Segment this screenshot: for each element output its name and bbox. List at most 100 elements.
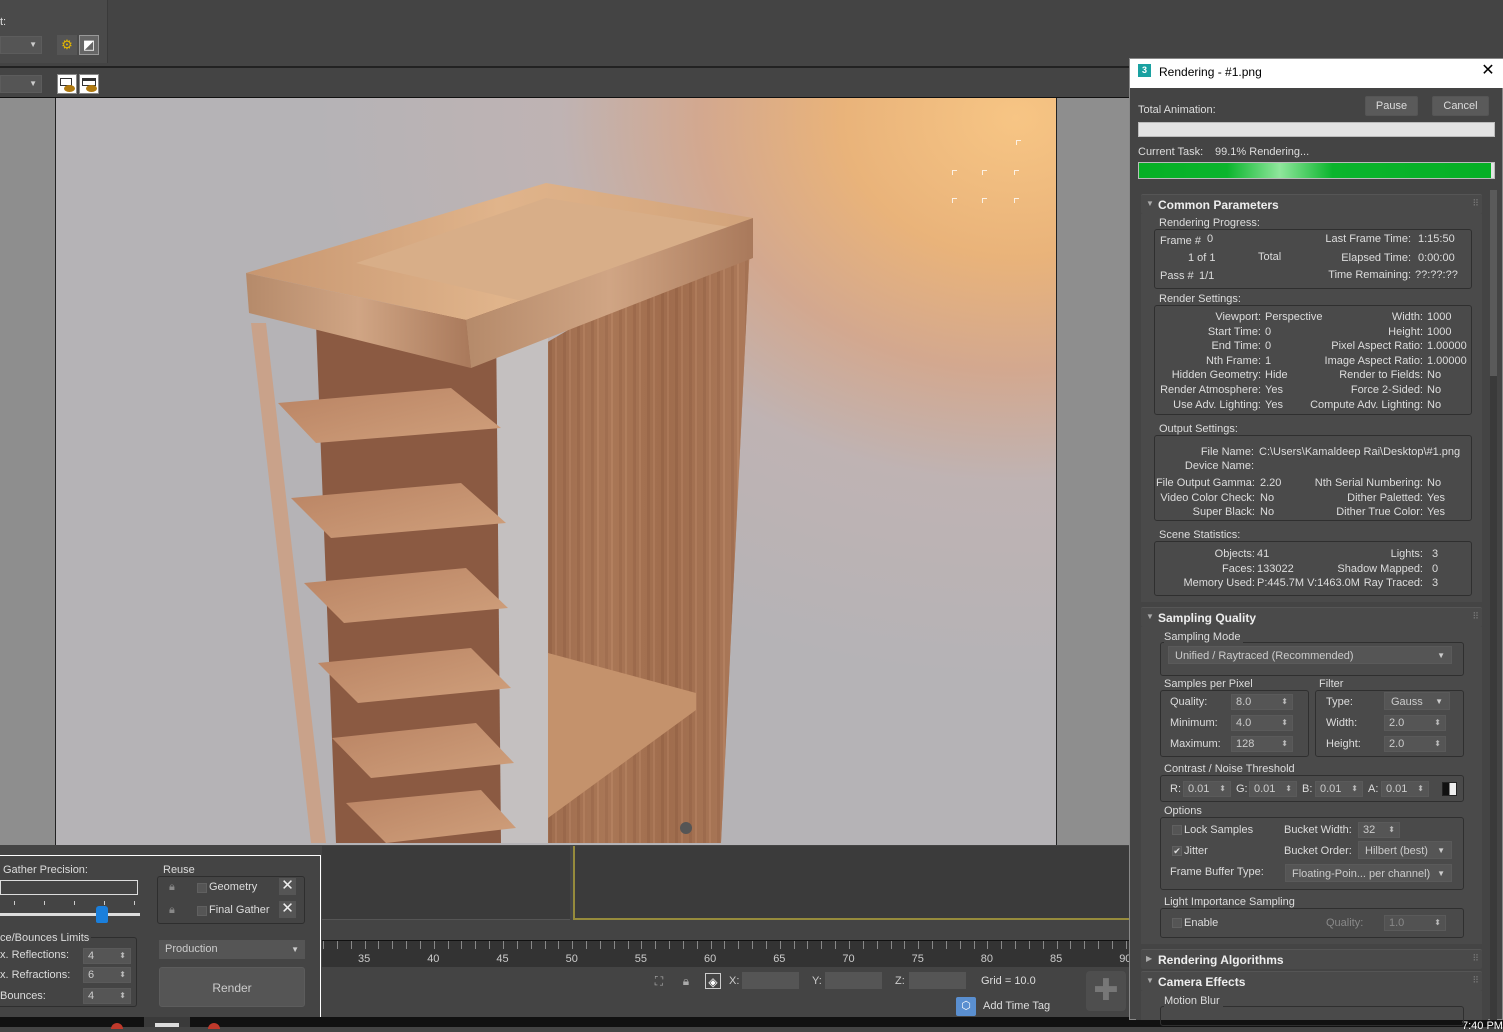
- a-threshold-spinner[interactable]: 0.01 ⬍: [1381, 781, 1429, 797]
- lock-samples-checkbox[interactable]: [1172, 825, 1182, 835]
- max-refractions-spinner[interactable]: 6 ⬍: [83, 967, 131, 983]
- bounces-spinner[interactable]: 4 ⬍: [83, 988, 131, 1004]
- maximum-spinner[interactable]: 128 ⬍: [1231, 736, 1293, 752]
- timeline-tick: [932, 941, 934, 949]
- add-time-tag-button[interactable]: Add Time Tag: [983, 1000, 1050, 1012]
- viewport-navigation-icon[interactable]: ✚: [1086, 971, 1126, 1011]
- timeline-tick: [1015, 941, 1017, 949]
- clear-geometry-button[interactable]: ✕: [279, 878, 296, 895]
- filter-height-spinner[interactable]: 2.0 ⬍: [1384, 736, 1446, 752]
- gather-precision-slider[interactable]: [0, 913, 140, 916]
- target-dropdown[interactable]: ▼: [0, 36, 42, 54]
- total-animation-label: Total Animation:: [1138, 104, 1216, 116]
- bucket-width-label: Bucket Width:: [1284, 824, 1352, 836]
- minimum-label: Minimum:: [1170, 717, 1218, 729]
- absolute-mode-icon[interactable]: ◈: [705, 973, 721, 989]
- taskbar-app-icon[interactable]: [111, 1023, 123, 1029]
- jitter-checkbox[interactable]: ✔: [1172, 846, 1182, 856]
- timeline-tick: [419, 941, 421, 949]
- spinner-arrows-icon[interactable]: ⬍: [1434, 916, 1441, 930]
- frame-value: 0: [1207, 233, 1214, 245]
- setting-label: End Time:: [1211, 340, 1261, 353]
- close-icon[interactable]: ✕: [1479, 62, 1497, 80]
- x-coordinate-field[interactable]: [742, 972, 799, 989]
- spinner-arrows-icon[interactable]: ⬍: [1219, 782, 1226, 796]
- spinner-arrows-icon[interactable]: ⬍: [1417, 782, 1424, 796]
- spinner-arrows-icon[interactable]: ⬍: [1388, 823, 1395, 837]
- rendered-image[interactable]: [56, 98, 1056, 845]
- geometry-checkbox[interactable]: [197, 883, 207, 893]
- spinner-arrows-icon[interactable]: ⬍: [1434, 716, 1441, 730]
- chevron-down-icon: ▼: [1437, 869, 1445, 878]
- timeline-ruler[interactable]: 35 40 45 50 55 60 65 70 75 80 85 90: [322, 940, 1131, 967]
- drag-grip-icon[interactable]: ⠿: [1472, 975, 1479, 986]
- lis-quality-spinner[interactable]: 1.0 ⬍: [1384, 915, 1446, 931]
- scrollbar-thumb[interactable]: [1490, 190, 1497, 376]
- timeline-tick: [586, 941, 588, 949]
- bucket-width-spinner[interactable]: 32 ⬍: [1358, 822, 1400, 838]
- setting-value: Yes: [1265, 398, 1283, 411]
- max-reflections-spinner[interactable]: 4 ⬍: [83, 948, 131, 964]
- slider-thumb[interactable]: [95, 906, 108, 923]
- sampling-mode-dropdown[interactable]: Unified / Raytraced (Recommended) ▼: [1168, 646, 1452, 664]
- quality-spinner[interactable]: 8.0 ⬍: [1231, 694, 1293, 710]
- spinner-arrows-icon[interactable]: ⬍: [1285, 782, 1292, 796]
- spinner-arrows-icon[interactable]: ⬍: [119, 949, 126, 963]
- final-gather-checkbox[interactable]: [197, 906, 207, 916]
- bounces-value: 4: [88, 990, 95, 1002]
- b-threshold-spinner[interactable]: 0.01 ⬍: [1315, 781, 1363, 797]
- render-frame-window-icon[interactable]: [57, 74, 77, 94]
- rollout-common-parameters[interactable]: ▼ Common Parameters ⠿: [1141, 194, 1482, 214]
- lis-enable-checkbox[interactable]: [1172, 918, 1182, 928]
- bucket-order-dropdown[interactable]: Hilbert (best) ▼: [1358, 841, 1452, 859]
- frame-buffer-type-dropdown[interactable]: Floating-Poin... per channel) ▼: [1285, 864, 1452, 882]
- filter-type-dropdown[interactable]: Gauss ▼: [1384, 692, 1450, 710]
- y-coordinate-field[interactable]: [825, 972, 882, 989]
- clear-final-gather-button[interactable]: ✕: [279, 901, 296, 918]
- timeline-tick: [392, 941, 394, 949]
- setting-label: Faces:: [1221, 562, 1255, 575]
- jitter-label: Jitter: [1184, 845, 1208, 857]
- drag-grip-icon[interactable]: ⠿: [1472, 611, 1479, 622]
- spinner-arrows-icon[interactable]: ⬍: [1281, 737, 1288, 751]
- filter-width-spinner[interactable]: 2.0 ⬍: [1384, 715, 1446, 731]
- taskbar-app-icon[interactable]: [208, 1023, 220, 1029]
- spinner-arrows-icon[interactable]: ⬍: [1281, 716, 1288, 730]
- selection-lock-icon[interactable]: 🔒︎: [678, 973, 694, 989]
- taskbar-clock[interactable]: 7:40 PM: [1462, 1020, 1503, 1032]
- r-threshold-spinner[interactable]: 0.01 ⬍: [1183, 781, 1231, 797]
- setting-label: Image Aspect Ratio:: [1324, 354, 1423, 367]
- cancel-button[interactable]: Cancel: [1432, 96, 1489, 116]
- render-setup-teapot-icon[interactable]: ⚙: [57, 35, 77, 55]
- lock-icon[interactable]: 🔒︎: [169, 904, 179, 917]
- spinner-arrows-icon[interactable]: ⬍: [1351, 782, 1358, 796]
- exposure-control-icon[interactable]: ◩: [79, 35, 99, 55]
- rollout-sampling-quality[interactable]: ▼ Sampling Quality ⠿: [1141, 607, 1482, 627]
- drag-grip-icon[interactable]: ⠿: [1472, 953, 1479, 964]
- filter-height-value: 2.0: [1389, 738, 1405, 750]
- trackbar-panel[interactable]: [573, 846, 1130, 920]
- taskbar-app-icon[interactable]: [155, 1023, 179, 1027]
- spinner-arrows-icon[interactable]: ⬍: [1281, 695, 1288, 709]
- spinner-arrows-icon[interactable]: ⬍: [119, 968, 126, 982]
- view-dropdown[interactable]: ▼: [0, 75, 42, 93]
- isolate-selection-icon[interactable]: ⛶: [651, 973, 667, 989]
- time-tag-icon[interactable]: ⬡: [956, 997, 976, 1016]
- filter-width-value: 2.0: [1389, 717, 1405, 729]
- color-swatch-icon[interactable]: [1442, 782, 1457, 796]
- minimum-spinner[interactable]: 4.0 ⬍: [1231, 715, 1293, 731]
- render-frame-window2-icon[interactable]: [79, 74, 99, 94]
- setting-value: 133022: [1257, 562, 1294, 575]
- preset-dropdown[interactable]: Production ▼: [159, 940, 305, 959]
- render-button[interactable]: Render: [159, 967, 305, 1007]
- drag-grip-icon[interactable]: ⠿: [1472, 198, 1479, 209]
- lock-icon[interactable]: 🔒︎: [169, 881, 179, 894]
- spinner-arrows-icon[interactable]: ⬍: [119, 989, 126, 1003]
- pause-button[interactable]: Pause: [1365, 96, 1418, 116]
- rollout-rendering-algorithms[interactable]: ▶ Rendering Algorithms ⠿: [1141, 949, 1482, 969]
- rollout-camera-effects[interactable]: ▼ Camera Effects ⠿: [1141, 971, 1482, 991]
- gather-precision-field[interactable]: [0, 880, 138, 895]
- spinner-arrows-icon[interactable]: ⬍: [1434, 737, 1441, 751]
- z-coordinate-field[interactable]: [909, 972, 966, 989]
- g-threshold-spinner[interactable]: 0.01 ⬍: [1249, 781, 1297, 797]
